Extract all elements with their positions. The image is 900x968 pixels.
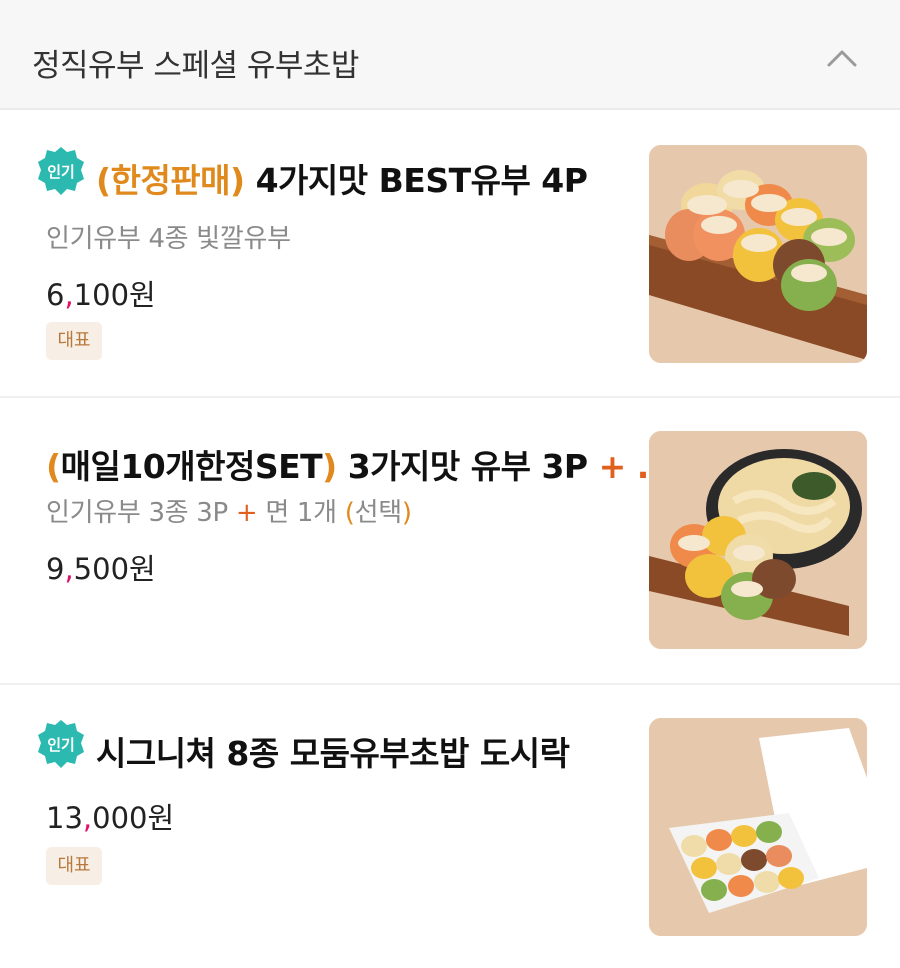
item-name: (한정판매) 4가지맛 BEST유부 4P: [96, 154, 588, 202]
popular-badge-icon: 인기: [36, 719, 86, 769]
item-thumbnail[interactable]: [649, 718, 867, 936]
item-price: 6,100원: [46, 278, 156, 312]
category-title: 정직유부 스페셜 유부초밥: [32, 48, 359, 84]
popular-badge-icon: 인기: [36, 146, 86, 196]
representative-tag: 대표: [46, 322, 102, 360]
item-description: 인기유부 4종 빛깔유부: [46, 224, 291, 254]
item-name-prefix: (한정판매): [96, 161, 245, 200]
popular-badge-label: 인기: [47, 736, 75, 754]
representative-tag: 대표: [46, 847, 102, 885]
item-name: 시그니쳐 8종 모둠유부초밥 도시락: [96, 734, 570, 773]
item-price: 13,000원: [46, 801, 175, 835]
menu-item[interactable]: 인기 시그니쳐 8종 모둠유부초밥 도시락 13,000원 대표: [0, 685, 900, 968]
popular-badge-label: 인기: [47, 163, 75, 181]
chevron-up-icon[interactable]: [826, 46, 858, 68]
menu-item[interactable]: (매일10개한정SET) 3가지맛 유부 3P + ... 인기유부 3종 3P…: [0, 398, 900, 685]
item-price: 9,500원: [46, 552, 156, 586]
item-thumbnail[interactable]: [649, 431, 867, 649]
item-description: 인기유부 3종 3P + 면 1개 (선택): [46, 498, 412, 528]
item-name-main: 4가지맛 BEST유부 4P: [244, 161, 588, 200]
item-thumbnail[interactable]: [649, 145, 867, 363]
item-name: (매일10개한정SET) 3가지맛 유부 3P + ...: [46, 447, 673, 486]
menu-item[interactable]: 인기 (한정판매) 4가지맛 BEST유부 4P 인기유부 4종 빛깔유부 6,…: [0, 112, 900, 398]
category-header[interactable]: 정직유부 스페셜 유부초밥: [0, 0, 900, 110]
